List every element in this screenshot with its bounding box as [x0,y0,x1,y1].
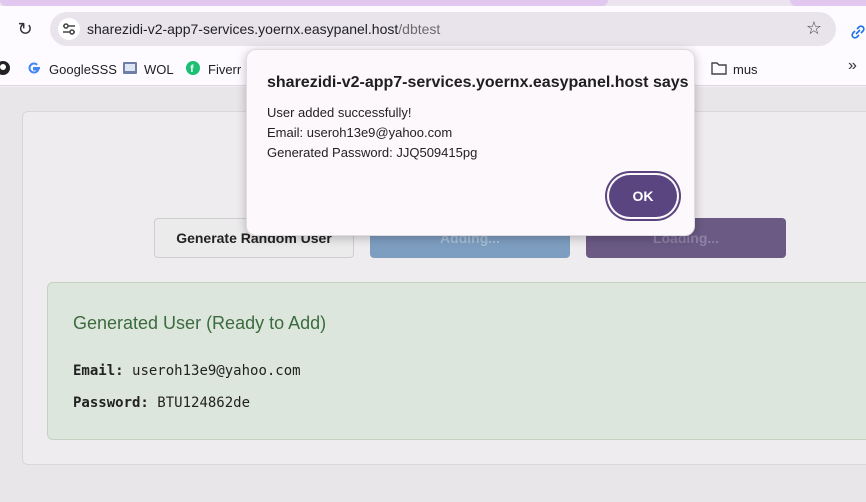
browser-toolbar: ↻ sharezidi-v2-app7-services.yoernx.easy… [0,6,866,52]
google-icon [27,61,43,77]
link-icon[interactable] [850,24,866,40]
ok-button[interactable]: OK [609,175,677,217]
email-value: useroh13e9@yahoo.com [132,363,301,379]
dialog-message-line: Email: useroh13e9@yahoo.com [267,125,453,140]
github-icon [0,61,12,77]
url-path: /dbtest [398,21,441,37]
generated-user-card: Generated User (Ready to Add) Email: use… [47,282,866,440]
wol-icon [122,61,138,77]
generated-user-title: Generated User (Ready to Add) [73,313,327,333]
dialog-message-line: User added successfully! [267,105,412,120]
bookmark-github[interactable] [0,59,18,79]
bookmark-label: WOL [144,61,174,77]
reload-icon[interactable]: ↻ [14,18,36,40]
password-value: BTU124862de [157,395,251,411]
folder-icon [711,61,727,77]
fiverr-icon: f [186,61,202,77]
bookmark-folder-mus[interactable]: mus [711,59,758,79]
site-info-icon[interactable] [58,18,80,40]
alert-dialog: sharezidi-v2-app7-services.yoernx.easypa… [246,49,695,236]
dialog-title: sharezidi-v2-app7-services.yoernx.easypa… [267,74,689,91]
bookmark-star-icon[interactable]: ☆ [806,18,822,39]
url-text[interactable]: sharezidi-v2-app7-services.yoernx.easypa… [87,21,440,37]
generated-email-row: Email: useroh13e9@yahoo.com [73,363,301,379]
bookmark-googlesss[interactable]: GoogleSSS [27,59,117,79]
chevron-right-icon[interactable]: » [848,57,857,75]
address-bar[interactable]: sharezidi-v2-app7-services.yoernx.easypa… [50,12,836,46]
bookmark-fiverr[interactable]: f Fiverr [186,59,241,79]
generated-password-row: Password: BTU124862de [73,395,250,411]
bookmark-label: mus [733,61,758,77]
dialog-message-line: Generated Password: JJQ509415pg [267,145,478,160]
bookmark-label: GoogleSSS [49,61,117,77]
url-host: sharezidi-v2-app7-services.yoernx.easypa… [87,21,399,37]
bookmark-wol[interactable]: WOL [122,59,174,79]
email-label: Email: [73,363,124,379]
bookmark-label: Fiverr [208,61,242,77]
password-label: Password: [73,395,149,411]
